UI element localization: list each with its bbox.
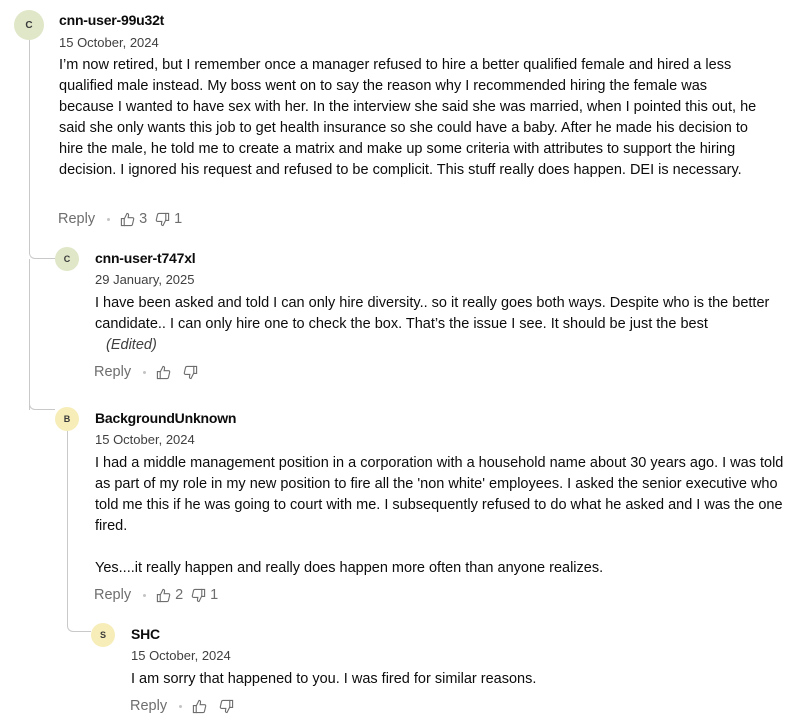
dislike-button[interactable]: 1 <box>155 211 182 227</box>
thumbs-up-icon <box>120 212 135 226</box>
like-count: 3 <box>139 211 148 227</box>
thumbs-down-icon <box>155 212 170 226</box>
comment-body: I am sorry that happened to you. I was f… <box>131 669 791 690</box>
username[interactable]: cnn-user-t747xl <box>95 250 196 266</box>
edited-label: (Edited) <box>106 337 157 353</box>
like-count: 2 <box>175 587 184 603</box>
comment-text: I had a middle management position in a … <box>95 455 784 534</box>
comment-actions: Reply 2 1 <box>94 585 218 605</box>
thumbs-down-icon <box>191 588 206 602</box>
like-button[interactable]: 3 <box>120 211 147 227</box>
comment-body: I’m now retired, but I remember once a m… <box>59 55 764 181</box>
like-button[interactable] <box>156 365 175 380</box>
comment-text: I have been asked and told I can only hi… <box>95 295 770 332</box>
dislike-button[interactable] <box>183 365 202 380</box>
avatar[interactable]: B <box>55 407 79 431</box>
thumbs-down-icon <box>183 365 198 379</box>
avatar[interactable]: C <box>14 10 44 40</box>
thread-line <box>29 370 55 410</box>
comment-actions: Reply <box>94 362 202 382</box>
comment-date: 15 October, 2024 <box>59 35 159 50</box>
avatar-letter: C <box>63 254 71 264</box>
comment-body: I have been asked and told I can only hi… <box>95 293 785 356</box>
separator-dot <box>143 593 147 597</box>
thread-line <box>29 40 55 259</box>
separator-dot <box>179 704 183 708</box>
thread-line <box>67 431 91 632</box>
like-button[interactable] <box>192 699 211 714</box>
comment-actions: Reply 3 1 <box>58 209 182 229</box>
avatar[interactable]: S <box>91 623 115 647</box>
avatar-letter: S <box>99 630 106 640</box>
username[interactable]: SHC <box>131 626 160 642</box>
dislike-button[interactable] <box>219 699 238 714</box>
comment-date: 15 October, 2024 <box>131 648 231 663</box>
comment-body: I had a middle management position in a … <box>95 453 797 579</box>
dislike-count: 1 <box>210 587 219 603</box>
reply-button[interactable]: Reply <box>58 211 95 227</box>
username[interactable]: BackgroundUnknown <box>95 410 236 426</box>
comment-text: I’m now retired, but I remember once a m… <box>59 57 757 178</box>
like-button[interactable]: 2 <box>156 587 183 603</box>
thumbs-up-icon <box>156 588 171 602</box>
comment-text: Yes....it really happen and really does … <box>95 560 604 576</box>
reply-button[interactable]: Reply <box>94 364 131 380</box>
reply-button[interactable]: Reply <box>130 698 167 714</box>
thumbs-up-icon <box>192 699 207 713</box>
dislike-count: 1 <box>174 211 183 227</box>
comment-date: 15 October, 2024 <box>95 432 195 447</box>
separator-dot <box>143 370 147 374</box>
avatar-letter: C <box>25 19 33 31</box>
comment-actions: Reply <box>130 696 238 716</box>
avatar-letter: B <box>63 414 71 424</box>
separator-dot <box>107 217 111 221</box>
comment-text: I am sorry that happened to you. I was f… <box>131 671 537 687</box>
thumbs-up-icon <box>156 365 171 379</box>
comment-date: 29 January, 2025 <box>95 272 195 287</box>
dislike-button[interactable]: 1 <box>191 587 218 603</box>
reply-button[interactable]: Reply <box>94 587 131 603</box>
username[interactable]: cnn-user-99u32t <box>59 12 164 28</box>
thumbs-down-icon <box>219 699 234 713</box>
avatar[interactable]: C <box>55 247 79 271</box>
